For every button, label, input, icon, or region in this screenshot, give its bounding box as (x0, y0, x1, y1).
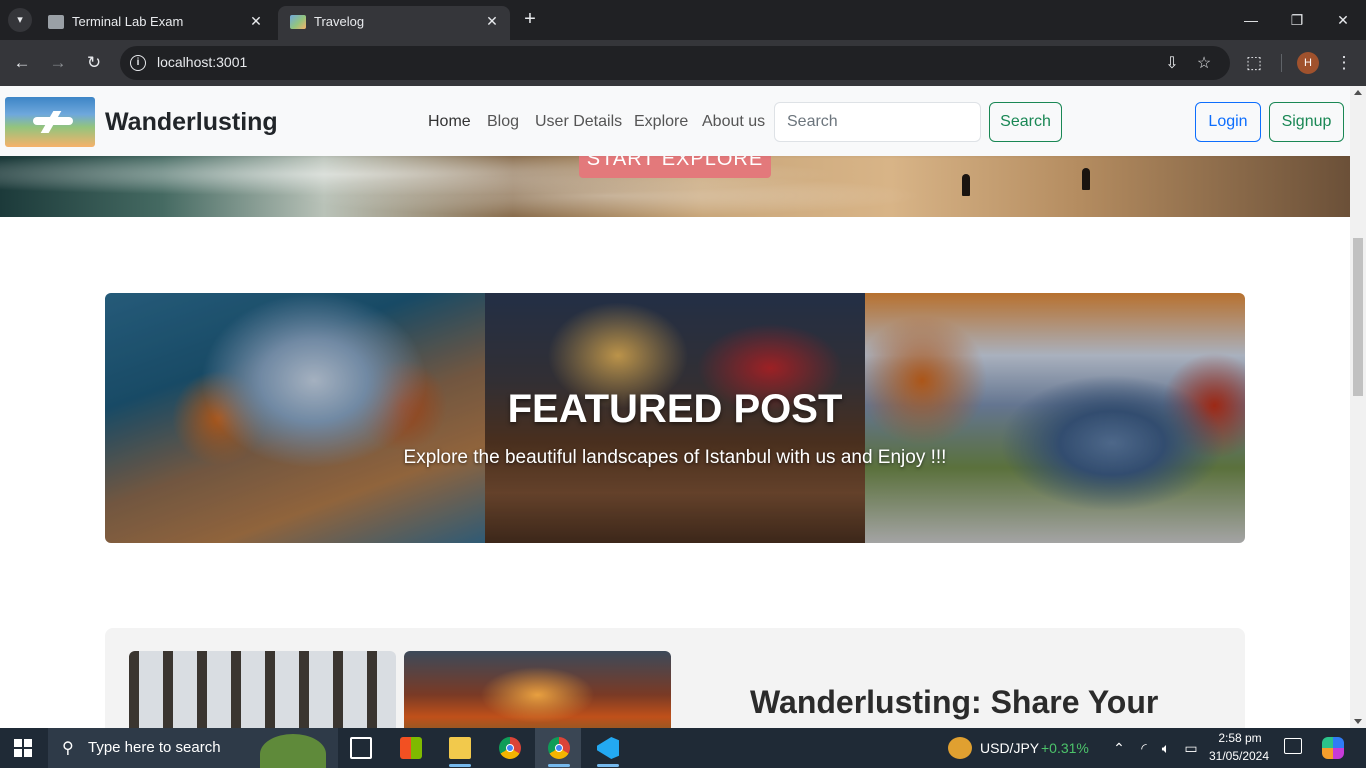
brand-name[interactable]: Wanderlusting (105, 108, 278, 137)
search-button[interactable]: Search (989, 102, 1062, 142)
featured-title: FEATURED POST (507, 387, 843, 431)
nav-link-blog[interactable]: Blog (487, 113, 519, 131)
snowy-forest-image (129, 651, 396, 728)
nav-link-home[interactable]: Home (428, 113, 471, 131)
chevron-up-icon[interactable]: ⌃ (1109, 738, 1129, 758)
folder-icon (449, 737, 471, 759)
nav-link-explore[interactable]: Explore (634, 113, 688, 131)
scroll-up-arrow-icon[interactable] (1354, 90, 1362, 95)
running-indicator (449, 764, 471, 767)
network-icon[interactable]: ◜ (1134, 738, 1154, 758)
ticker-label[interactable]: USD/JPY (980, 740, 1039, 756)
ticker-change[interactable]: +0.31% (1041, 740, 1089, 756)
vscode-icon (597, 737, 619, 759)
page-viewport: START EXPLORE Wanderlusting Home Blog Us… (0, 86, 1366, 728)
hero-person-figure (1082, 168, 1090, 190)
street-cafe-image (404, 651, 671, 728)
close-window-button[interactable]: ✕ (1320, 0, 1366, 40)
store-icon (400, 737, 422, 759)
toolbar-divider (1281, 54, 1282, 72)
windows-start-icon[interactable] (14, 739, 32, 757)
taskbar-search-placeholder: Type here to search (88, 739, 221, 756)
copilot-icon[interactable] (1322, 737, 1344, 759)
windows-taskbar: ⚲ Type here to search USD/JPY +0.31% ⌃ ◜… (0, 728, 1366, 768)
hero-person-figure (962, 174, 970, 196)
taskbar-search-box[interactable]: ⚲ Type here to search (48, 728, 338, 768)
login-button[interactable]: Login (1195, 102, 1261, 142)
task-view-icon (350, 737, 372, 759)
bookmark-star-icon[interactable]: ☆ (1194, 54, 1214, 74)
search-icon: ⚲ (62, 740, 74, 757)
browser-toolbar: ← → ↻ i localhost:3001 ⇩ ☆ ⬚ H ⋮ (0, 40, 1366, 86)
tab-favicon-icon (48, 15, 64, 29)
browser-tab-strip: ▾ Terminal Lab Exam ✕ Travelog ✕ + — ❐ ✕ (0, 0, 1366, 40)
chrome-button[interactable] (486, 728, 532, 768)
blog-intro-title: Wanderlusting: Share Your (750, 684, 1159, 720)
nav-link-user-details[interactable]: User Details (535, 113, 622, 131)
scroll-down-arrow-icon[interactable] (1354, 719, 1362, 724)
address-bar[interactable]: i localhost:3001 ⇩ ☆ (120, 46, 1230, 80)
featured-post-banner[interactable]: FEATURED POST Explore the beautiful land… (105, 293, 1245, 543)
task-view-button[interactable] (337, 728, 383, 768)
page-scrollbar[interactable] (1350, 86, 1366, 728)
close-tab-icon[interactable]: ✕ (482, 11, 502, 31)
forward-button[interactable]: → (45, 50, 71, 76)
new-tab-button[interactable]: + (518, 8, 542, 32)
profile-avatar[interactable]: H (1297, 52, 1319, 74)
running-indicator (597, 764, 619, 767)
tab-favicon-icon (290, 15, 306, 29)
tab-title: Terminal Lab Exam (72, 14, 184, 29)
tab-search-button[interactable]: ▾ (8, 8, 32, 32)
search-highlight-illustration (260, 734, 326, 768)
currency-widget-icon[interactable] (948, 737, 972, 759)
install-app-icon[interactable]: ⇩ (1162, 54, 1182, 74)
nav-link-about-us[interactable]: About us (702, 113, 765, 131)
vscode-button[interactable] (584, 728, 630, 768)
search-input[interactable] (774, 102, 981, 142)
clock-date[interactable]: 31/05/2024 (1206, 749, 1272, 763)
site-navbar: Wanderlusting Home Blog User Details Exp… (0, 86, 1350, 156)
tab-terminal-lab-exam[interactable]: Terminal Lab Exam ✕ (36, 6, 274, 40)
volume-icon[interactable]: 🔈︎ (1156, 738, 1176, 758)
chrome-icon (499, 737, 521, 759)
minimize-button[interactable]: — (1228, 0, 1274, 40)
tab-title: Travelog (314, 14, 365, 29)
featured-subtitle: Explore the beautiful landscapes of Ista… (403, 447, 947, 468)
microsoft-store-button[interactable] (387, 728, 433, 768)
chrome-profile-button[interactable] (535, 728, 581, 768)
browser-menu-icon[interactable]: ⋮ (1331, 50, 1357, 76)
battery-icon[interactable]: ▭ (1181, 738, 1201, 758)
restore-button[interactable]: ❐ (1274, 0, 1320, 40)
clock-time[interactable]: 2:58 pm (1210, 731, 1270, 745)
back-button[interactable]: ← (9, 50, 35, 76)
scrollbar-thumb[interactable] (1353, 238, 1363, 396)
file-explorer-button[interactable] (436, 728, 482, 768)
url-text: localhost:3001 (157, 54, 248, 70)
reload-button[interactable]: ↻ (81, 50, 107, 76)
notification-icon[interactable] (1284, 738, 1302, 754)
site-info-icon[interactable]: i (130, 55, 146, 71)
blog-intro-card: Wanderlusting: Share Your (105, 628, 1245, 728)
close-tab-icon[interactable]: ✕ (246, 11, 266, 31)
site-logo[interactable] (5, 97, 95, 147)
tab-travelog[interactable]: Travelog ✕ (278, 6, 510, 40)
running-indicator (548, 764, 570, 767)
extensions-icon[interactable]: ⬚ (1241, 50, 1267, 76)
chrome-profile-icon (548, 737, 570, 759)
signup-button[interactable]: Signup (1269, 102, 1344, 142)
